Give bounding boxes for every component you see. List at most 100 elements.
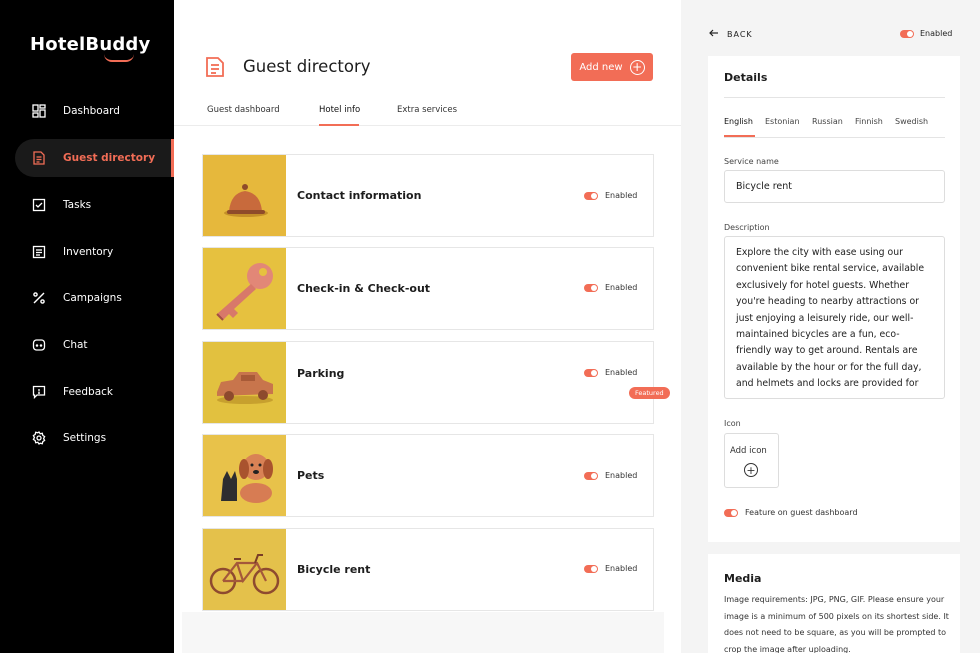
directory-card-pets[interactable]: Pets Enabled xyxy=(202,434,654,517)
sidebar-item-tasks[interactable]: Tasks xyxy=(15,186,173,224)
sidebar-item-campaigns[interactable]: Campaigns xyxy=(15,279,173,317)
sidebar-item-label: Tasks xyxy=(63,199,92,211)
sidebar-item-guest-directory[interactable]: Guest directory xyxy=(15,139,173,177)
status-toggle[interactable]: Enabled xyxy=(584,191,637,200)
toggle-switch[interactable] xyxy=(900,29,914,38)
sidebar-item-dashboard[interactable]: Dashboard xyxy=(15,92,173,130)
bicycle-image xyxy=(203,529,286,610)
sidebar-item-label: Guest directory xyxy=(63,152,156,164)
plus-circle-icon: + xyxy=(744,463,758,477)
status-toggle[interactable]: Enabled xyxy=(584,368,637,377)
directory-card-bicycle-rent[interactable]: Bicycle rent Enabled xyxy=(202,528,654,611)
divider xyxy=(724,137,945,138)
sidebar: HotelBuddy Dashboard Guest directory Tas… xyxy=(0,0,174,653)
status-label: Enabled xyxy=(605,191,638,200)
directory-card-check-in-check-out[interactable]: Check-in & Check-out Enabled xyxy=(202,247,654,330)
language-tab-english[interactable]: English xyxy=(724,117,753,126)
language-tab-finnish[interactable]: Finnish xyxy=(855,117,883,126)
plus-circle-icon: + xyxy=(629,59,645,75)
back-label: BACK xyxy=(727,29,753,39)
feature-on-dashboard-toggle[interactable]: Feature on guest dashboard xyxy=(724,508,858,517)
toggle-switch[interactable] xyxy=(724,508,738,517)
description-label: Description xyxy=(724,223,770,232)
media-requirements-text: Image requirements: JPG, PNG, GIF. Pleas… xyxy=(724,595,949,653)
main-content: Guest directory Add new + Guest dashboar… xyxy=(174,0,681,653)
toggle-switch[interactable] xyxy=(584,283,598,292)
status-label: Enabled xyxy=(920,29,953,38)
gear-icon xyxy=(32,431,46,445)
card-title: Contact information xyxy=(297,189,422,202)
icon-label: Icon xyxy=(724,419,741,428)
details-title: Details xyxy=(724,71,768,84)
add-new-button[interactable]: Add new + xyxy=(571,53,653,81)
status-label: Enabled xyxy=(605,368,638,377)
sidebar-item-label: Settings xyxy=(63,432,107,444)
app-logo[interactable]: HotelBuddy xyxy=(30,34,151,62)
add-icon-label: Add icon xyxy=(730,446,767,456)
description-field[interactable]: Explore the city with ease using our con… xyxy=(724,236,945,399)
tab-hotel-info[interactable]: Hotel info xyxy=(319,105,360,115)
status-toggle[interactable]: Enabled xyxy=(584,564,637,573)
dog-and-cat-image xyxy=(203,435,286,516)
status-label: Enabled xyxy=(605,564,638,573)
dashboard-icon xyxy=(32,104,46,118)
arrow-left-icon xyxy=(709,29,719,39)
language-tab-swedish[interactable]: Swedish xyxy=(895,117,928,126)
document-icon xyxy=(204,56,226,82)
toggle-switch[interactable] xyxy=(584,471,598,480)
status-label: Enabled xyxy=(605,283,638,292)
toggle-switch[interactable] xyxy=(584,191,598,200)
sidebar-item-inventory[interactable]: Inventory xyxy=(15,233,173,271)
detail-panel: BACK Enabled Details English Estonian Ru… xyxy=(681,0,980,653)
media-panel: Media Image requirements: JPG, PNG, GIF.… xyxy=(708,554,960,653)
tab-guest-dashboard[interactable]: Guest dashboard xyxy=(207,105,280,115)
directory-card-contact-information[interactable]: Contact information Enabled xyxy=(202,154,654,237)
sidebar-item-label: Inventory xyxy=(63,246,114,258)
service-bell-image xyxy=(203,155,286,236)
toy-car-image xyxy=(203,342,286,423)
service-name-label: Service name xyxy=(724,157,779,166)
logo-smile-mark xyxy=(104,54,134,62)
back-button[interactable]: BACK xyxy=(709,29,753,39)
status-toggle[interactable]: Enabled xyxy=(584,471,637,480)
checkbox-icon xyxy=(32,198,46,212)
app-logo-text: HotelBuddy xyxy=(30,34,151,55)
document-icon xyxy=(32,151,46,165)
sidebar-item-label: Campaigns xyxy=(63,292,122,304)
sidebar-item-settings[interactable]: Settings xyxy=(15,419,173,457)
toggle-switch[interactable] xyxy=(584,564,598,573)
sidebar-item-label: Chat xyxy=(63,339,88,351)
status-toggle[interactable]: Enabled xyxy=(584,283,637,292)
toggle-switch[interactable] xyxy=(584,368,598,377)
chat-icon xyxy=(32,338,46,352)
percent-icon xyxy=(32,291,46,305)
sidebar-item-chat[interactable]: Chat xyxy=(15,326,173,364)
service-name-field[interactable]: Bicycle rent xyxy=(724,170,945,203)
sidebar-item-feedback[interactable]: Feedback xyxy=(15,373,173,411)
key-image xyxy=(203,248,286,329)
sidebar-item-label: Dashboard xyxy=(63,105,120,117)
divider xyxy=(724,97,945,98)
page-title: Guest directory xyxy=(243,57,371,76)
card-title: Parking xyxy=(297,367,345,380)
featured-badge: Featured xyxy=(629,387,670,399)
language-tab-estonian[interactable]: Estonian xyxy=(765,117,800,126)
card-title: Pets xyxy=(297,469,325,482)
directory-card-parking[interactable]: Parking Enabled Featured xyxy=(202,341,670,424)
service-status-toggle[interactable]: Enabled xyxy=(900,29,952,38)
status-label: Enabled xyxy=(605,471,638,480)
list-icon xyxy=(32,245,46,259)
tab-active-underline xyxy=(319,124,359,126)
details-panel: Details English Estonian Russian Finnish… xyxy=(708,56,960,542)
feedback-icon xyxy=(32,385,46,399)
tab-extra-services[interactable]: Extra services xyxy=(397,105,457,115)
add-icon-button[interactable]: Add icon + xyxy=(724,433,779,488)
media-title: Media xyxy=(724,572,762,585)
list-footer-strip xyxy=(182,612,664,653)
card-title: Check-in & Check-out xyxy=(297,282,431,295)
language-tab-russian[interactable]: Russian xyxy=(812,117,843,126)
sidebar-item-label: Feedback xyxy=(63,386,114,398)
tab-bar: Guest dashboard Hotel info Extra service… xyxy=(174,98,681,126)
feature-label: Feature on guest dashboard xyxy=(745,508,858,517)
add-new-label: Add new xyxy=(579,61,623,73)
